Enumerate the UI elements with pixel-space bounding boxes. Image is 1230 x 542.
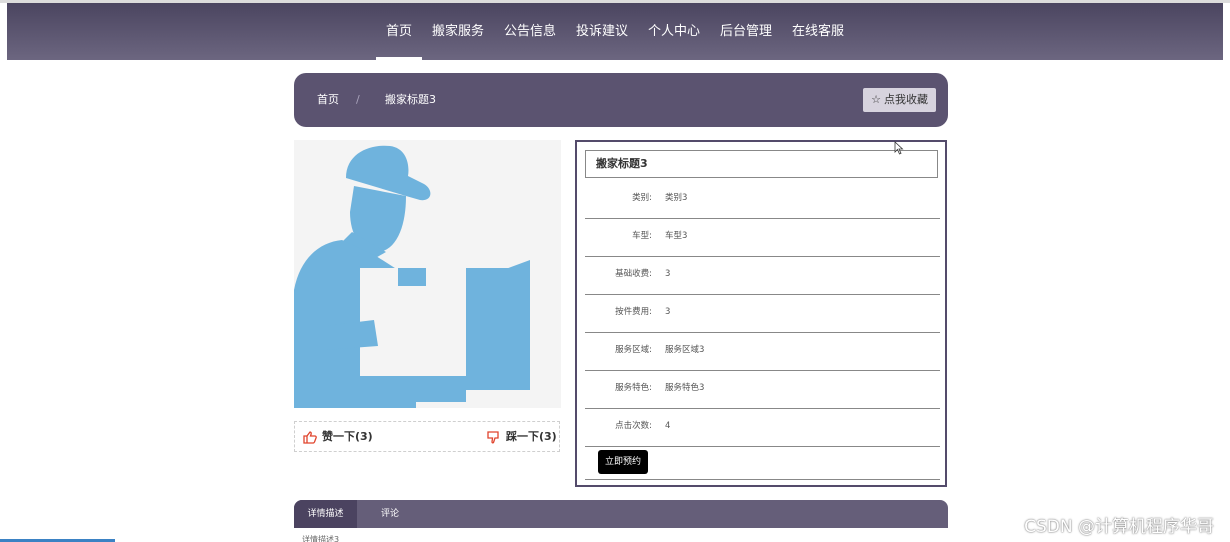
detail-label: 服务特色: bbox=[615, 383, 652, 393]
nav-item-announcements[interactable]: 公告信息 bbox=[494, 3, 566, 60]
detail-value: 车型3 bbox=[665, 231, 688, 241]
vote-bar: 赞一下(3) 踩一下(3) bbox=[294, 421, 560, 452]
detail-value: 服务区域3 bbox=[665, 345, 705, 355]
detail-value: 服务特色3 bbox=[665, 383, 705, 393]
detail-row-per-item-fee: 按件费用: 3 bbox=[585, 294, 940, 333]
service-detail-panel: 搬家标题3 类别: 类别3 车型: 车型3 基础收费: 3 按件费用: 3 服务… bbox=[575, 140, 947, 487]
delivery-man-icon bbox=[294, 145, 530, 408]
detail-row-service-feature: 服务特色: 服务特色3 bbox=[585, 370, 940, 409]
detail-value: 3 bbox=[665, 307, 671, 317]
book-now-button[interactable]: 立即预约 bbox=[598, 450, 649, 474]
breadcrumb-current: 搬家标题3 bbox=[385, 93, 436, 106]
mouse-cursor-icon bbox=[894, 141, 904, 155]
breadcrumb-separator: / bbox=[356, 93, 360, 106]
watermark: CSDN @计算机程序华哥 bbox=[1024, 517, 1214, 537]
tab-description[interactable]: 详情描述 bbox=[294, 500, 357, 528]
breadcrumb-home-link[interactable]: 首页 bbox=[317, 73, 339, 127]
detail-row-base-fee: 基础收费: 3 bbox=[585, 256, 940, 295]
top-navbar: 首页 搬家服务 公告信息 投诉建议 个人中心 后台管理 在线客服 bbox=[7, 3, 1223, 60]
breadcrumb: 首页 / 搬家标题3 ☆ 点我收藏 bbox=[294, 73, 948, 127]
detail-row-click-count: 点击次数: 4 bbox=[585, 408, 940, 447]
like-label: 赞一下(3) bbox=[322, 430, 373, 443]
dislike-label: 踩一下(3) bbox=[506, 430, 557, 443]
nav-item-personal-center[interactable]: 个人中心 bbox=[638, 3, 710, 60]
like-button[interactable]: 赞一下(3) bbox=[303, 422, 373, 452]
tab-comments[interactable]: 评论 bbox=[357, 500, 423, 528]
favorite-button-label: 点我收藏 bbox=[884, 93, 928, 106]
detail-row-category: 类别: 类别3 bbox=[585, 180, 940, 219]
booking-row: 立即预约 bbox=[585, 445, 940, 480]
tab-content: 详情描述3 bbox=[294, 528, 948, 542]
favorite-button[interactable]: ☆ 点我收藏 bbox=[863, 88, 936, 112]
service-title: 搬家标题3 bbox=[585, 150, 938, 178]
service-image bbox=[294, 140, 561, 408]
thumbs-down-icon bbox=[487, 430, 499, 443]
detail-label: 点击次数: bbox=[615, 421, 652, 431]
nav-item-home[interactable]: 首页 bbox=[375, 3, 422, 60]
detail-row-vehicle-type: 车型: 车型3 bbox=[585, 218, 940, 257]
detail-label: 基础收费: bbox=[615, 269, 652, 279]
detail-value: 4 bbox=[665, 421, 671, 431]
detail-value: 类别3 bbox=[665, 193, 688, 203]
detail-label: 服务区域: bbox=[615, 345, 652, 355]
thumbs-up-icon bbox=[303, 430, 317, 444]
detail-value: 3 bbox=[665, 269, 671, 279]
nav-item-admin[interactable]: 后台管理 bbox=[710, 3, 782, 60]
dislike-button[interactable]: 踩一下(3) bbox=[487, 422, 557, 452]
nav-menu: 首页 搬家服务 公告信息 投诉建议 个人中心 后台管理 在线客服 bbox=[7, 3, 1223, 60]
detail-row-service-area: 服务区域: 服务区域3 bbox=[585, 332, 940, 371]
detail-label: 类别: bbox=[632, 193, 652, 203]
star-icon: ☆ bbox=[871, 93, 881, 106]
nav-item-online-service[interactable]: 在线客服 bbox=[782, 3, 854, 60]
detail-label: 车型: bbox=[632, 231, 652, 241]
detail-tabs: 详情描述 评论 详情描述3 bbox=[294, 500, 948, 542]
nav-item-moving-service[interactable]: 搬家服务 bbox=[422, 3, 494, 60]
nav-item-complaints[interactable]: 投诉建议 bbox=[566, 3, 638, 60]
tab-content-text: 详情描述3 bbox=[302, 535, 340, 542]
detail-label: 按件费用: bbox=[615, 307, 652, 317]
